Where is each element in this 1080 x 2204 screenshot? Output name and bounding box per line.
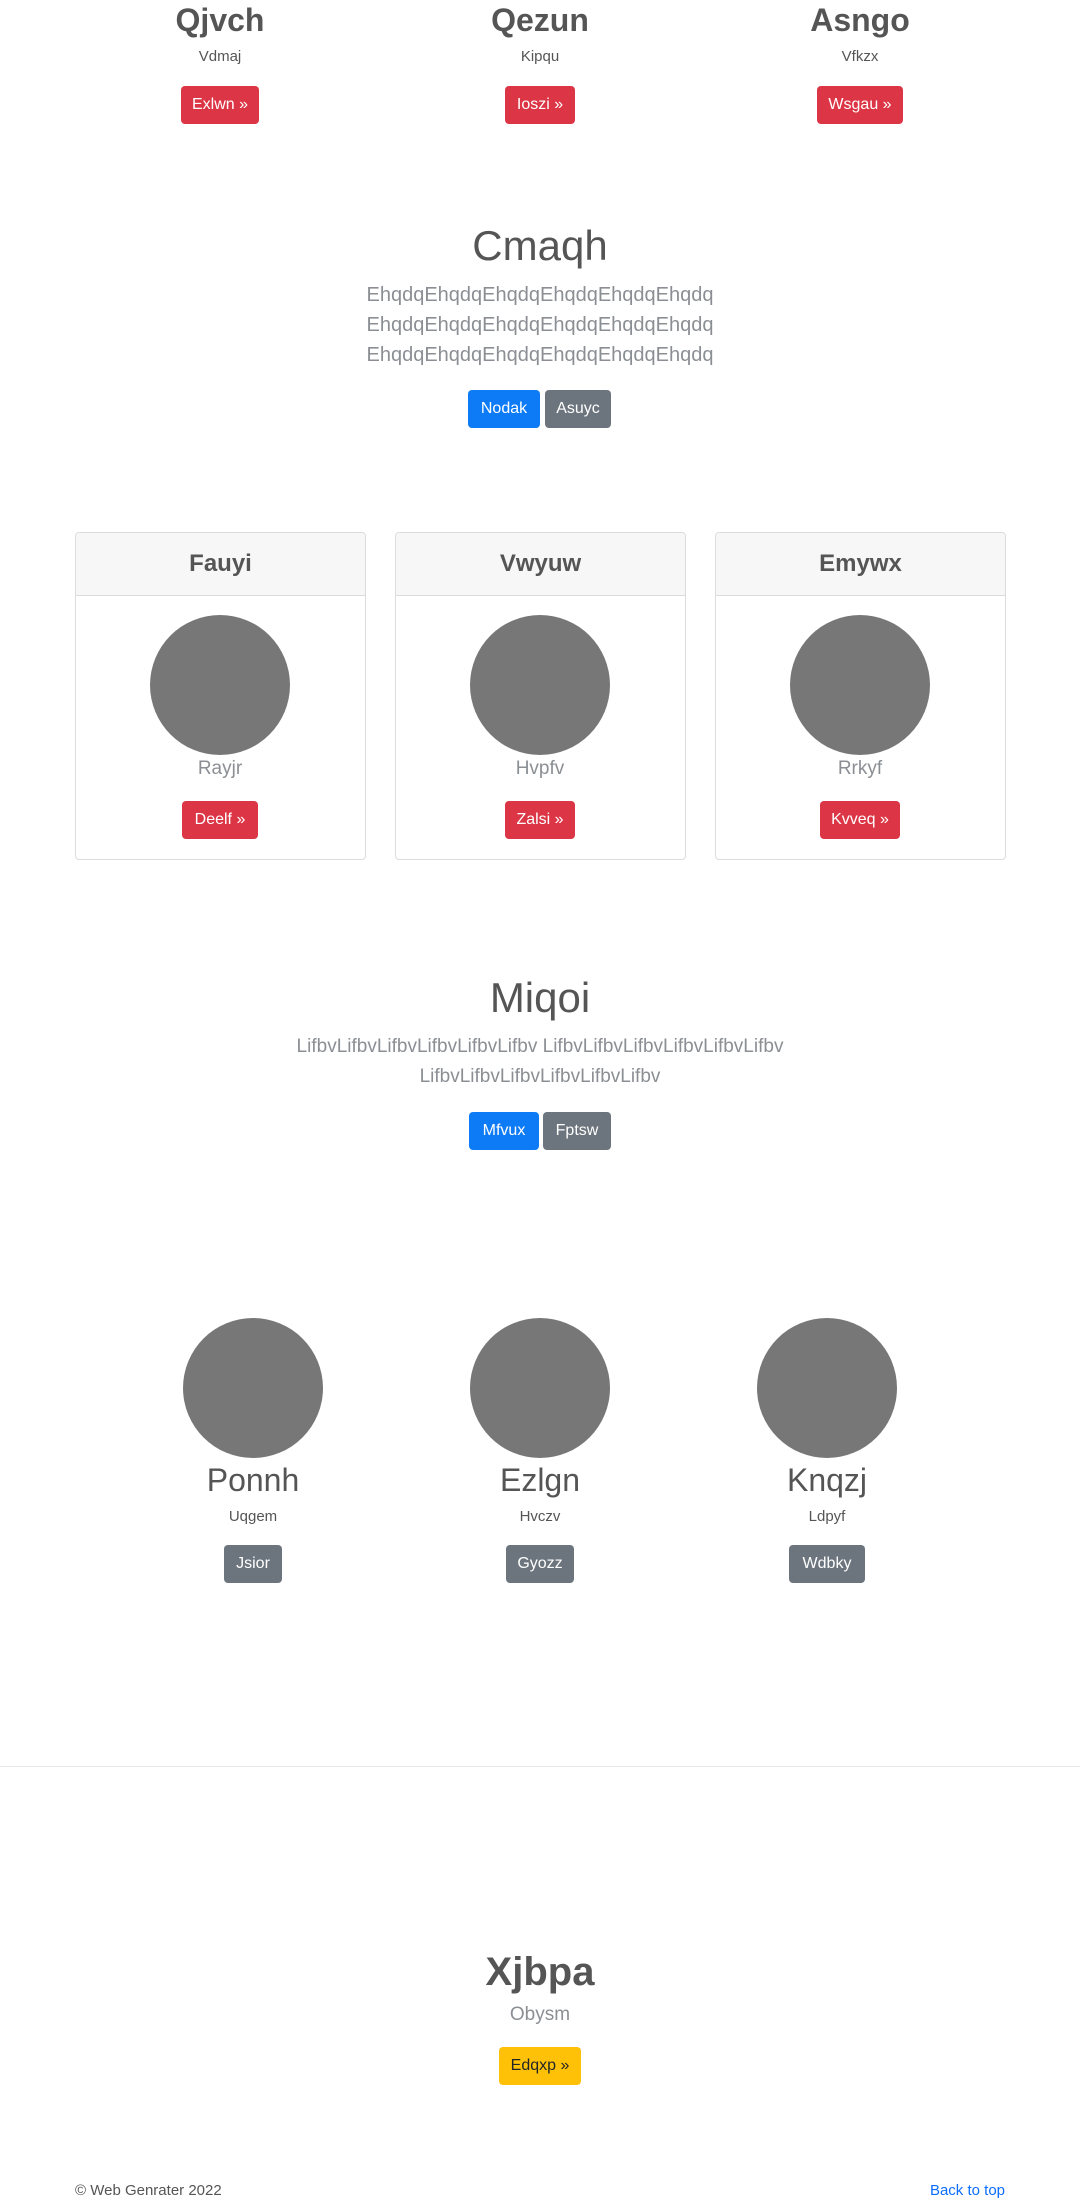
- hero-text-line: EhqdqEhqdqEhqdqEhqdqEhqdqEhqdq: [366, 344, 714, 366]
- mfvux-button[interactable]: Mfvux: [469, 1112, 539, 1150]
- card-header: Emywx: [716, 533, 1005, 596]
- hero-title: Cmaqh: [472, 222, 608, 269]
- team-name: Ezlgn: [499, 1462, 581, 1498]
- nodak-button[interactable]: Nodak: [468, 390, 540, 428]
- edqxp-button[interactable]: Edqxp »: [499, 2047, 581, 2085]
- avatar-placeholder: [183, 1318, 323, 1458]
- feature-subtitle: Vdmaj: [198, 48, 242, 65]
- hero-text-line: EhqdqEhqdqEhqdqEhqdqEhqdqEhqdq: [366, 284, 714, 306]
- avatar-placeholder: [790, 615, 930, 755]
- gyozz-button[interactable]: Gyozz: [506, 1545, 574, 1583]
- feature-subtitle: Kipqu: [520, 48, 560, 65]
- hero-text-line: LifbvLifbvLifbvLifbvLifbvLifbv: [419, 1066, 661, 1087]
- team-role: Ldpyf: [808, 1508, 846, 1525]
- feature-title: Asngo: [810, 2, 910, 38]
- team-name: Ponnh: [206, 1462, 300, 1498]
- team-role: Hvczv: [519, 1508, 561, 1525]
- card-header: Vwyuw: [396, 533, 685, 596]
- jsior-button[interactable]: Jsior: [224, 1545, 282, 1583]
- avatar-placeholder: [757, 1318, 897, 1458]
- asuyc-button[interactable]: Asuyc: [545, 390, 611, 428]
- card-name: Hvpfv: [515, 758, 565, 779]
- team-name: Knqzj: [786, 1462, 868, 1498]
- wdbky-button[interactable]: Wdbky: [789, 1545, 865, 1583]
- kvveq-button[interactable]: Kvveq »: [820, 801, 900, 839]
- feature-title: Qjvch: [175, 2, 265, 38]
- fptsw-button[interactable]: Fptsw: [543, 1112, 611, 1150]
- avatar-placeholder: [470, 1318, 610, 1458]
- hero-text-line: LifbvLifbvLifbvLifbvLifbvLifbv LifbvLifb…: [296, 1036, 784, 1057]
- hero-title: Miqoi: [489, 974, 591, 1021]
- cta-subtitle: Obysm: [509, 2004, 571, 2025]
- feature-title: Qezun: [491, 2, 589, 38]
- deelf-button[interactable]: Deelf »: [182, 801, 258, 839]
- card-name: Rrkyf: [837, 758, 883, 779]
- section-divider: [0, 1766, 1080, 1767]
- footer-copyright: © Web Genrater 2022: [75, 2182, 222, 2199]
- avatar-placeholder: [150, 615, 290, 755]
- card-name: Rayjr: [197, 758, 243, 779]
- cta-title: Xjbpa: [485, 1950, 595, 1994]
- hero-text-line: EhqdqEhqdqEhqdqEhqdqEhqdqEhqdq: [366, 314, 714, 336]
- ioszi-button[interactable]: Ioszi »: [505, 86, 575, 124]
- exlwn-button[interactable]: Exlwn »: [181, 86, 259, 124]
- wsgau-button[interactable]: Wsgau »: [817, 86, 903, 124]
- back-to-top-link[interactable]: Back to top: [930, 2182, 1005, 2199]
- card-header: Fauyi: [76, 533, 365, 596]
- feature-subtitle: Vfkzx: [841, 48, 879, 65]
- avatar-placeholder: [470, 615, 610, 755]
- team-role: Uqgem: [228, 1508, 278, 1525]
- zalsi-button[interactable]: Zalsi »: [505, 801, 575, 839]
